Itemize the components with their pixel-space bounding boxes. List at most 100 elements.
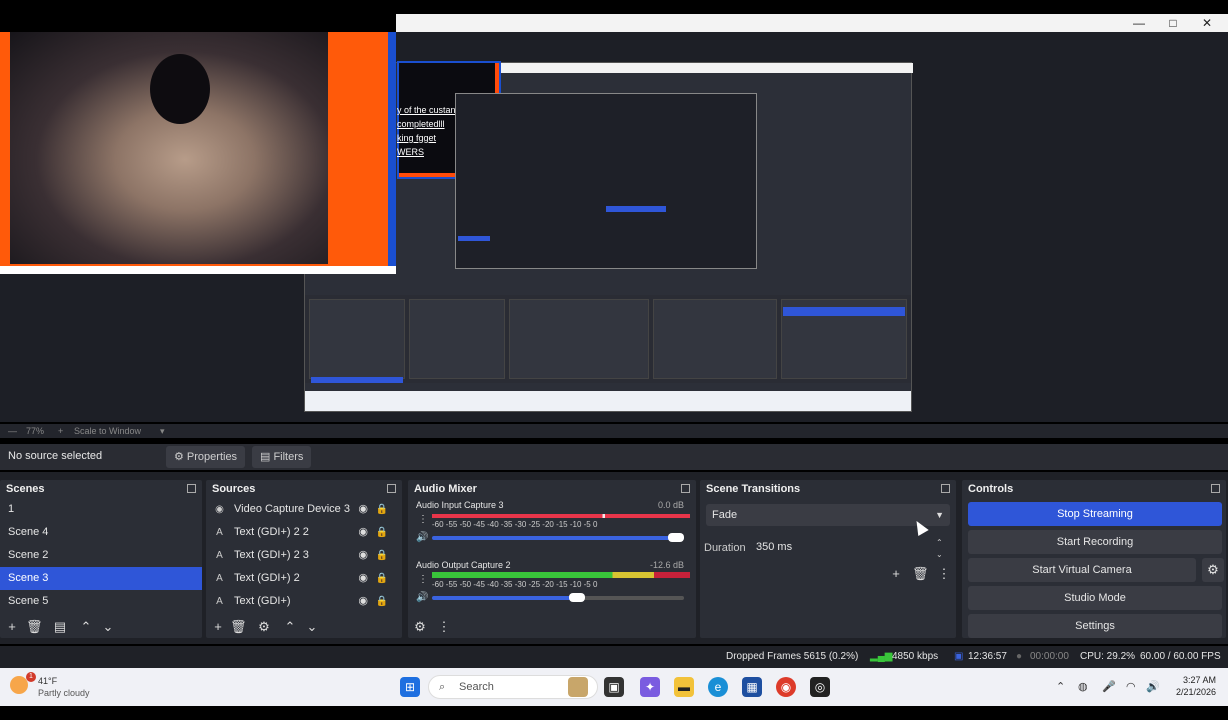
transitions-header: Scene Transitions — [700, 480, 956, 498]
lock-icon[interactable]: 🔒 — [376, 521, 388, 544]
scene-item[interactable]: Scene 2 — [0, 544, 202, 567]
source-item[interactable]: A Text (GDI+) 2 ◉ 🔒 — [206, 567, 402, 590]
dropped-frames: Dropped Frames 5615 (0.2%) — [726, 651, 859, 662]
duration-input[interactable]: 350 ms — [756, 536, 936, 558]
source-item[interactable]: ◉ Video Capture Device 3 ◉ 🔒 — [206, 498, 402, 521]
edge-icon[interactable]: e — [708, 677, 728, 697]
notification-badge: 1 — [26, 672, 36, 682]
add-icon[interactable]: + — [4, 619, 20, 634]
eye-icon[interactable]: ◉ — [358, 544, 368, 567]
trash-icon[interactable]: 🗑 — [26, 619, 43, 635]
gear-icon[interactable]: ⚙ — [256, 619, 272, 635]
volume-slider-knob[interactable] — [668, 533, 684, 542]
spin-down-icon[interactable]: ⌄ — [936, 550, 943, 559]
start-button[interactable]: ⊞ — [400, 677, 420, 697]
preview-canvas[interactable]: y of the custanding completedlll king fg… — [0, 32, 1228, 422]
source-item[interactable]: A Text (GDI+) ◉ 🔒 — [206, 590, 402, 613]
chevron-up-icon[interactable]: ⌃ — [78, 619, 94, 635]
chevron-up-icon[interactable]: ⌃ — [1056, 680, 1065, 693]
speaker-icon[interactable]: 🔊 — [416, 592, 428, 603]
text-icon: A — [216, 596, 223, 607]
clock-time: 3:27 AM — [1182, 675, 1216, 685]
record-time: 00:00:00 — [1030, 651, 1069, 662]
webcam-source[interactable] — [0, 32, 396, 274]
add-icon[interactable]: + — [210, 619, 226, 634]
close-button[interactable]: ✕ — [1190, 14, 1224, 32]
channel-name: Audio Input Capture 3 — [416, 500, 504, 510]
task-view-icon[interactable]: ▣ — [604, 677, 624, 697]
lock-icon[interactable]: 🔒 — [376, 567, 388, 590]
maximize-button[interactable]: □ — [1156, 14, 1190, 32]
wifi-icon[interactable]: ◠ — [1126, 680, 1136, 693]
float-icon[interactable] — [387, 484, 396, 493]
lock-icon[interactable]: 🔒 — [376, 498, 388, 521]
float-icon[interactable] — [941, 484, 950, 493]
trash-icon[interactable]: 🗑 — [912, 566, 929, 582]
stop-streaming-button[interactable]: Stop Streaming — [968, 502, 1222, 526]
gear-icon[interactable]: ⚙ — [412, 619, 428, 635]
tray-app-icon[interactable]: ◍ — [1078, 680, 1088, 693]
studio-mode-button[interactable]: Studio Mode — [968, 586, 1222, 610]
float-icon[interactable] — [681, 484, 690, 493]
search-icon: ⌕ — [439, 681, 446, 693]
float-icon[interactable] — [1211, 484, 1220, 493]
source-item[interactable]: A Text (GDI+) 2 2 ◉ 🔒 — [206, 521, 402, 544]
eye-icon[interactable]: ◉ — [358, 521, 368, 544]
file-explorer-icon[interactable]: ▬ — [674, 677, 694, 697]
float-icon[interactable] — [187, 484, 196, 493]
volume-slider[interactable] — [432, 596, 684, 600]
lock-icon[interactable]: 🔒 — [376, 544, 388, 567]
more-icon[interactable]: ⋮ — [936, 566, 952, 582]
more-icon[interactable]: ⋮ — [418, 514, 428, 525]
eye-icon[interactable]: ◉ — [358, 590, 368, 613]
system-clock[interactable]: 3:27 AM 2/21/2026 — [1176, 674, 1216, 698]
stream-time: 12:36:57 — [968, 651, 1007, 662]
sources-title: Sources — [212, 483, 256, 495]
volume-slider-knob[interactable] — [568, 593, 585, 602]
filter-icon[interactable]: ▤ — [52, 619, 68, 635]
zoom-in-icon[interactable]: + — [58, 424, 63, 438]
chrome-icon[interactable]: ◉ — [776, 677, 796, 697]
add-icon[interactable]: + — [888, 566, 904, 581]
volume-slider[interactable] — [432, 536, 684, 540]
scene-item-active[interactable]: Scene 3 — [0, 567, 202, 590]
eye-icon[interactable]: ◉ — [358, 498, 368, 521]
preview-zoom-bar: — 77% + Scale to Window ▾ — [0, 424, 1228, 438]
lock-icon[interactable]: 🔒 — [376, 590, 388, 613]
scale-dropdown[interactable]: Scale to Window — [74, 424, 141, 438]
settings-button[interactable]: Settings — [968, 614, 1222, 638]
chevron-up-icon[interactable]: ⌃ — [282, 619, 298, 635]
chevron-down-icon[interactable]: ▾ — [160, 424, 165, 438]
speaker-icon[interactable]: 🔊 — [416, 532, 428, 543]
store-icon[interactable]: ▦ — [742, 677, 762, 697]
scene-item[interactable]: Scene 5 — [0, 590, 202, 613]
obs-icon[interactable]: ◎ — [810, 677, 830, 697]
chevron-down-icon[interactable]: ⌄ — [100, 619, 116, 635]
minimize-button[interactable]: — — [1122, 14, 1156, 32]
source-item[interactable]: A Text (GDI+) 2 3 ◉ 🔒 — [206, 544, 402, 567]
mixer-header: Audio Mixer — [408, 480, 696, 498]
more-icon[interactable]: ⋮ — [436, 619, 452, 635]
chevron-down-icon[interactable]: ⌄ — [304, 619, 320, 635]
sources-dock: Sources ◉ Video Capture Device 3 ◉ 🔒 A T… — [206, 480, 402, 638]
scene-item[interactable]: Scene 4 — [0, 521, 202, 544]
scene-item[interactable]: 1 — [0, 498, 202, 521]
bitrate: 4850 kbps — [892, 651, 939, 662]
zoom-out-icon[interactable]: — — [8, 424, 17, 438]
microphone-icon[interactable]: 🎤 — [1102, 680, 1116, 693]
nested-taskbar — [305, 391, 911, 411]
scene-transitions-dock: Scene Transitions Fade ▼ Duration 350 ms… — [700, 480, 956, 638]
virtual-camera-settings-button[interactable]: ⚙ — [1202, 558, 1224, 582]
windows-taskbar: 1 41°F Partly cloudy ⊞ ⌕ Search ▣ ✦ ▬ e … — [0, 668, 1228, 706]
spin-up-icon[interactable]: ⌃ — [936, 538, 943, 547]
more-icon[interactable]: ⋮ — [418, 574, 428, 585]
start-recording-button[interactable]: Start Recording — [968, 530, 1222, 554]
filters-button[interactable]: ▤ Filters — [252, 446, 312, 468]
chevron-down-icon: ▼ — [935, 510, 944, 520]
eye-icon[interactable]: ◉ — [358, 567, 368, 590]
speaker-icon[interactable]: 🔊 — [1146, 680, 1160, 693]
copilot-icon[interactable]: ✦ — [640, 677, 660, 697]
trash-icon[interactable]: 🗑 — [230, 619, 247, 635]
properties-button[interactable]: ⚙ Properties — [166, 446, 246, 468]
start-virtual-camera-button[interactable]: Start Virtual Camera — [968, 558, 1196, 582]
